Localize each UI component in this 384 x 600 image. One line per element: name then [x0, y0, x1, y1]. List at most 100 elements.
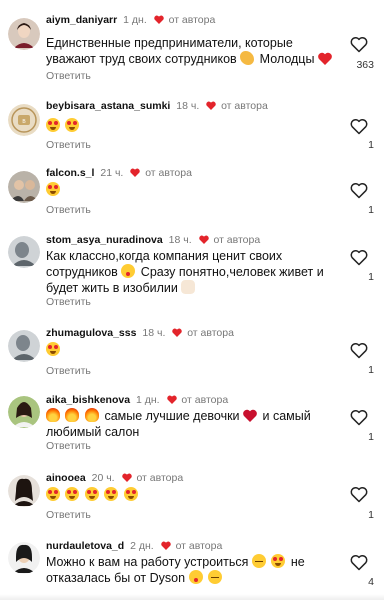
timestamp: 20 ч. [91, 472, 115, 484]
clapping-hands-icon [240, 51, 255, 65]
avatar[interactable] [8, 18, 40, 50]
like-count: 1 [368, 431, 374, 443]
yum-face-emoji-icon [188, 570, 203, 584]
like-count: 1 [368, 364, 374, 376]
red-heart-icon [243, 409, 257, 422]
heart-eyes-emoji-icon [271, 554, 286, 568]
username[interactable]: stom_asya_nuradinova [46, 234, 163, 246]
reply-button[interactable]: Ответить [46, 440, 91, 452]
heart-outline-icon[interactable] [350, 36, 368, 53]
heart-outline-icon[interactable] [350, 249, 368, 266]
yum-face-emoji-icon [121, 264, 136, 278]
heart-icon [121, 473, 132, 482]
from-author-label: от автора [221, 100, 268, 112]
avatar[interactable] [8, 330, 40, 362]
from-author-label: от автора [187, 327, 234, 339]
heart-outline-icon[interactable] [350, 554, 368, 571]
heart-eyes-emoji-icon [65, 118, 80, 132]
comment-header: aiym_daniyarr 1 дн. от автора [46, 14, 215, 27]
from-author-label: от автора [168, 14, 216, 26]
from-author-label: от автора [181, 394, 229, 406]
username[interactable]: aika_bishkenova [46, 394, 130, 406]
from-author-label: от автора [213, 234, 261, 246]
reply-button[interactable]: Ответить [46, 296, 91, 308]
username[interactable]: zhumagulova_sss [46, 327, 136, 339]
like-count: 363 [356, 59, 374, 71]
fire-icon [65, 408, 80, 422]
heart-outline-icon[interactable] [350, 409, 368, 426]
heart-icon [130, 168, 141, 177]
reply-button[interactable]: Ответить [46, 509, 91, 521]
heart-eyes-emoji-icon [46, 182, 60, 196]
avatar[interactable] [8, 475, 40, 507]
red-heart-icon [318, 52, 332, 65]
heart-outline-icon[interactable] [350, 486, 368, 503]
comment-header: falcon.s_l 21 ч. от автора [46, 167, 192, 180]
comment-header: beybisara_astana_sumki 18 ч. от автора [46, 100, 268, 113]
heart-eyes-emoji-icon [46, 118, 60, 132]
heart-eyes-emoji-icon [84, 487, 99, 501]
comment-text [46, 487, 336, 503]
comment-text [46, 182, 336, 198]
heart-icon [160, 541, 171, 550]
comment-text [46, 342, 336, 358]
avatar[interactable] [8, 171, 40, 203]
reply-button[interactable]: Ответить [46, 70, 91, 82]
heart-icon [153, 15, 164, 24]
heart-icon [198, 235, 209, 244]
avatar[interactable] [8, 236, 40, 268]
reply-button[interactable]: Ответить [46, 204, 91, 216]
comment-text-main: самые лучшие девочки [104, 409, 240, 423]
like-count: 4 [368, 576, 374, 588]
like-count: 1 [368, 204, 374, 216]
comment-text-tail: Молодцы [259, 52, 315, 66]
heart-icon [206, 101, 216, 110]
comment-header: ainooea 20 ч. от автора [46, 472, 183, 485]
like-count: 1 [368, 509, 374, 521]
comment-text: самые лучшие девочки и самый любимый сал… [46, 408, 336, 440]
from-author-label: от автора [175, 540, 223, 552]
username[interactable]: aiym_daniyarr [46, 14, 117, 26]
heart-eyes-emoji-icon [46, 487, 60, 501]
comment-text: Единственные предприниматели, которые ув… [46, 35, 336, 67]
comment-text [46, 118, 336, 134]
heart-eyes-emoji-icon [46, 342, 60, 356]
heart-eyes-emoji-icon [104, 487, 119, 501]
avatar[interactable] [8, 396, 40, 428]
comments-list: aiym_daniyarr 1 дн. от автора Единственн… [0, 0, 384, 600]
fire-icon [84, 408, 99, 422]
heart-outline-icon[interactable] [350, 182, 368, 199]
like-count: 1 [368, 139, 374, 151]
timestamp: 18 ч. [176, 100, 200, 112]
comment-text-main: Единственные предприниматели, которые ув… [46, 36, 293, 66]
username[interactable]: beybisara_astana_sumki [46, 100, 170, 112]
comment-header: nurdauletova_d 2 дн. от автора [46, 540, 222, 553]
reply-button[interactable]: Ответить [46, 139, 91, 151]
username[interactable]: falcon.s_l [46, 167, 94, 179]
comment-header: stom_asya_nuradinova 18 ч. от автора [46, 234, 260, 247]
username[interactable]: nurdauletova_d [46, 540, 124, 552]
scroll-edge [0, 594, 384, 600]
avatar[interactable] [8, 542, 40, 574]
relieved-face-emoji-icon [251, 554, 266, 568]
timestamp: 2 дн. [130, 540, 154, 552]
heart-outline-icon[interactable] [350, 342, 368, 359]
heart-eyes-emoji-icon [123, 487, 138, 501]
fire-icon [46, 408, 60, 422]
heart-eyes-emoji-icon [65, 487, 80, 501]
relieved-face-emoji-icon [208, 570, 223, 584]
comment-header: zhumagulova_sss 18 ч. от автора [46, 327, 234, 340]
timestamp: 1 дн. [135, 394, 160, 406]
timestamp: 18 ч. [168, 234, 192, 246]
heart-outline-icon[interactable] [350, 118, 368, 135]
avatar[interactable]: B [8, 104, 40, 136]
comment-text: Как классно,когда компания ценит своих с… [46, 248, 336, 296]
comment-header: aika_bishkenova 1 дн. от автора [46, 394, 228, 407]
reply-button[interactable]: Ответить [46, 365, 91, 377]
timestamp: 1 дн. [123, 14, 147, 26]
from-author-label: от автора [145, 167, 192, 179]
comment-text-main: Можно к вам на работу устроиться [46, 555, 249, 569]
username[interactable]: ainooea [46, 472, 86, 484]
comment-text: Можно к вам на работу устроиться не отка… [46, 554, 336, 586]
like-count: 1 [368, 271, 374, 283]
